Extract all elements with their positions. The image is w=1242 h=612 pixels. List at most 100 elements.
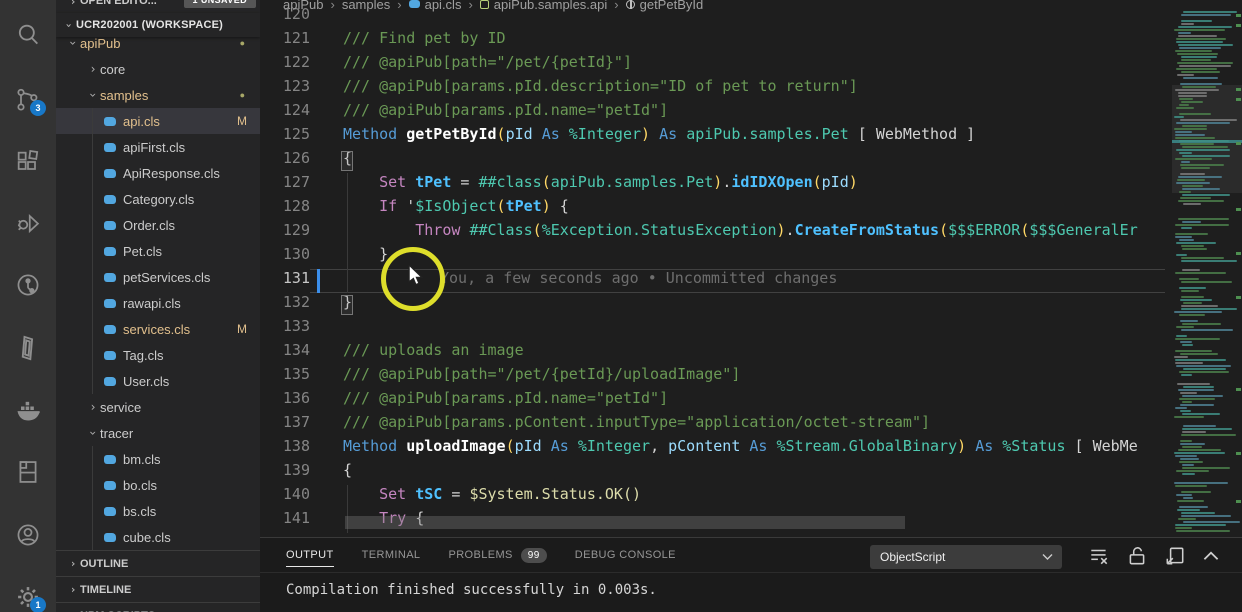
class-file-icon — [104, 195, 116, 204]
minimap-line — [1175, 407, 1187, 409]
panel-tab-label: OUTPUT — [286, 549, 334, 561]
mouse-cursor — [407, 265, 425, 292]
minimap-line — [1180, 443, 1205, 445]
minimap-line — [1182, 194, 1230, 196]
chevron-down-icon: › — [63, 18, 76, 32]
text-cursor — [317, 269, 320, 293]
npm-scripts-section-header[interactable]: › NPM SCRIPTS — [56, 602, 260, 612]
minimap-line — [1178, 518, 1197, 520]
panel-tab-debug-console[interactable]: DEBUG CONSOLE — [575, 538, 676, 572]
breadcrumb-item[interactable]: apiPub — [283, 0, 323, 12]
tree-folder-service[interactable]: ›service — [56, 394, 260, 420]
timeline-section-header[interactable]: › TIMELINE — [56, 576, 260, 602]
tree-file-bs.cls[interactable]: bs.cls — [56, 498, 260, 524]
minimap-line — [1182, 473, 1195, 475]
line-number: 138 — [260, 437, 310, 461]
minimap-line — [1182, 155, 1231, 157]
clear-output-icon[interactable] — [1088, 545, 1112, 569]
line-number: 126 — [260, 149, 310, 173]
tree-folder-samples[interactable]: ›samples● — [56, 82, 260, 108]
horizontal-scrollbar[interactable] — [345, 516, 905, 529]
output-channel-select[interactable]: ObjectScript — [870, 545, 1062, 569]
tree-file-Tag.cls[interactable]: Tag.cls — [56, 342, 260, 368]
minimap-line — [1181, 20, 1211, 22]
minimap-line — [1175, 362, 1203, 364]
run-debug-icon[interactable] — [14, 209, 42, 237]
minimap-line — [1179, 98, 1193, 100]
panel-tab-terminal[interactable]: TERMINAL — [362, 538, 421, 572]
minimap-line — [1175, 137, 1215, 139]
maximize-panel-icon[interactable] — [1200, 545, 1224, 569]
class-file-icon — [104, 221, 116, 230]
tree-file-services.cls[interactable]: services.clsM — [56, 316, 260, 342]
tree-file-bm.cls[interactable]: bm.cls — [56, 446, 260, 472]
storage-icon[interactable] — [14, 458, 42, 486]
tree-folder-tracer[interactable]: ›tracer — [56, 420, 260, 446]
tree-folder-core[interactable]: ›core — [56, 56, 260, 82]
panel-tab-problems[interactable]: PROBLEMS99 — [448, 538, 546, 572]
code-line-125: Method getPetById(pId As %Integer) As ap… — [343, 125, 975, 149]
breadcrumb-separator: › — [397, 0, 401, 12]
open-output-in-editor-icon[interactable] — [1164, 545, 1188, 569]
line-number: 125 — [260, 125, 310, 149]
breadcrumb-item[interactable]: apiPub.samples.api — [494, 0, 607, 12]
docker-icon[interactable] — [14, 396, 42, 424]
tree-file-rawapi.cls[interactable]: rawapi.cls — [56, 290, 260, 316]
chevron-right-icon: › — [66, 0, 80, 8]
tree-file-Category.cls[interactable]: Category.cls — [56, 186, 260, 212]
lock-icon[interactable] — [1126, 545, 1150, 569]
history-icon[interactable] — [14, 271, 42, 299]
minimap-line — [1182, 431, 1206, 433]
minimap-line — [1176, 326, 1194, 328]
tree-file-petServices.cls[interactable]: petServices.cls — [56, 264, 260, 290]
tree-file-bo.cls[interactable]: bo.cls — [56, 472, 260, 498]
explorer-sidebar: › OPEN EDITO... 1 UNSAVED › UCR202001 (W… — [56, 0, 260, 612]
minimap-line — [1180, 320, 1198, 322]
extensions-icon[interactable] — [14, 148, 42, 176]
tree-file-cube.cls[interactable]: cube.cls — [56, 524, 260, 550]
tree-item-label: Tag.cls — [123, 348, 163, 363]
minimap-line — [1177, 383, 1210, 385]
minimap-line — [1181, 227, 1192, 229]
tree-file-api.cls[interactable]: api.clsM — [56, 108, 260, 134]
overview-ruler-mark — [1236, 452, 1241, 455]
class-file-icon — [104, 247, 116, 256]
minimap-line — [1182, 344, 1194, 346]
minimap-line — [1183, 77, 1219, 79]
chevron-right-icon: › — [86, 400, 100, 414]
minimap-line — [1178, 26, 1232, 28]
minimap-line — [1176, 335, 1187, 337]
tree-file-Order.cls[interactable]: Order.cls — [56, 212, 260, 238]
account-icon[interactable] — [14, 521, 42, 549]
objectscript-extension-icon[interactable] — [14, 334, 42, 362]
overview-ruler-mark — [1236, 208, 1241, 211]
minimap-line — [1179, 152, 1193, 154]
outline-section-header[interactable]: › OUTLINE — [56, 550, 260, 576]
workspace-header[interactable]: › UCR202001 (WORKSPACE) — [56, 13, 260, 37]
line-number: 129 — [260, 221, 310, 245]
breadcrumb-item[interactable]: samples — [342, 0, 390, 12]
minimap-line — [1176, 494, 1192, 496]
code-line-134: /// uploads an image — [343, 341, 524, 365]
overview-ruler-mark — [1236, 142, 1241, 145]
minimap-line — [1175, 224, 1230, 226]
tree-file-ApiResponse.cls[interactable]: ApiResponse.cls — [56, 160, 260, 186]
settings-badge: 1 — [30, 597, 46, 612]
tree-file-Pet.cls[interactable]: Pet.cls — [56, 238, 260, 264]
class-file-icon — [104, 143, 116, 152]
breadcrumb-item[interactable]: api.cls — [425, 0, 462, 12]
code-line-137: /// @apiPub[params.pContent.inputType="a… — [343, 413, 930, 437]
breadcrumb-item[interactable]: getPetById — [640, 0, 704, 12]
minimap-line — [1180, 410, 1192, 412]
tree-file-apiFirst.cls[interactable]: apiFirst.cls — [56, 134, 260, 160]
tree-file-User.cls[interactable]: User.cls — [56, 368, 260, 394]
minimap-line — [1179, 461, 1203, 463]
tree-item-label: bo.cls — [123, 478, 157, 493]
panel-tab-output[interactable]: OUTPUT — [286, 538, 334, 572]
minimap[interactable] — [1172, 0, 1242, 537]
git-modified-badge: M — [237, 114, 247, 128]
bottom-panel: OUTPUT TERMINAL PROBLEMS99 DEBUG CONSOLE Ob… — [260, 537, 1242, 612]
search-icon[interactable] — [14, 21, 42, 49]
line-number: 137 — [260, 413, 310, 437]
open-editors-header[interactable]: › OPEN EDITO... 1 UNSAVED — [56, 0, 260, 13]
